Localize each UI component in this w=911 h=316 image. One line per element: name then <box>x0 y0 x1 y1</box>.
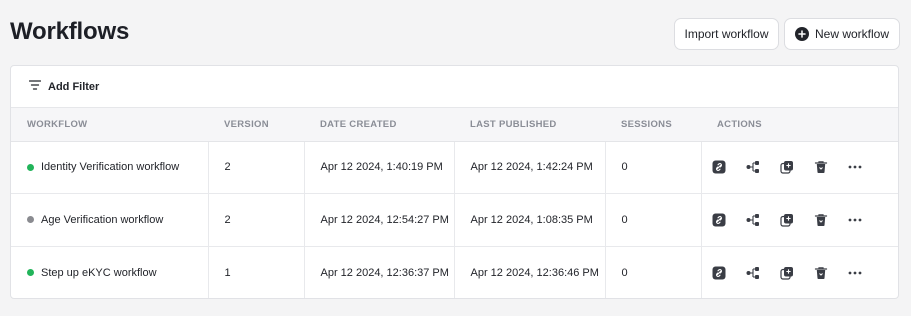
sessions-cell: 0 <box>605 193 702 247</box>
more-icon[interactable] <box>848 266 862 280</box>
import-workflow-button[interactable]: Import workflow <box>674 18 779 50</box>
duplicate-icon[interactable] <box>779 213 794 227</box>
trash-icon[interactable] <box>814 160 828 174</box>
workflow-name-cell: Step up eKYC workflow <box>11 246 209 298</box>
more-icon[interactable] <box>848 213 862 227</box>
flow-icon[interactable] <box>746 213 760 227</box>
sessions-cell: 0 <box>605 141 702 194</box>
link-icon[interactable] <box>712 160 726 174</box>
table-row[interactable]: Age Verification workflow 2 Apr 12 2024,… <box>11 193 898 247</box>
workflows-table-card: Add Filter WORKFLOW VERSION DATE CREATED… <box>10 65 899 299</box>
table-row[interactable]: Step up eKYC workflow 1 Apr 12 2024, 12:… <box>11 246 898 298</box>
workflow-name[interactable]: Age Verification workflow <box>41 214 163 226</box>
filter-bar: Add Filter <box>11 66 898 108</box>
version-cell: 2 <box>208 193 305 247</box>
import-workflow-label: Import workflow <box>684 27 769 41</box>
workflow-name[interactable]: Step up eKYC workflow <box>41 267 157 279</box>
workflow-name-cell: Identity Verification workflow <box>11 141 209 194</box>
status-dot <box>27 216 34 224</box>
page-title: Workflows <box>10 18 130 45</box>
duplicate-icon[interactable] <box>779 160 794 174</box>
column-header-version: VERSION <box>208 108 304 142</box>
add-filter-button[interactable]: Add Filter <box>28 80 100 93</box>
date-created-cell: Apr 12 2024, 1:40:19 PM <box>304 141 455 194</box>
last-published-cell: Apr 12 2024, 1:08:35 PM <box>454 193 606 247</box>
duplicate-icon[interactable] <box>779 266 794 280</box>
plus-circle-icon <box>794 27 809 41</box>
date-created-cell: Apr 12 2024, 12:54:27 PM <box>304 193 455 247</box>
actions-cell <box>701 246 898 298</box>
version-cell: 1 <box>208 246 305 298</box>
sessions-cell: 0 <box>605 246 702 298</box>
trash-icon[interactable] <box>814 266 828 280</box>
new-workflow-button[interactable]: New workflow <box>784 18 900 50</box>
new-workflow-label: New workflow <box>814 27 889 41</box>
more-icon[interactable] <box>848 160 862 174</box>
status-dot <box>27 163 34 171</box>
last-published-cell: Apr 12 2024, 1:42:24 PM <box>454 141 606 194</box>
column-header-workflow: WORKFLOW <box>11 108 208 142</box>
table-row[interactable]: Identity Verification workflow 2 Apr 12 … <box>11 141 898 194</box>
workflow-name[interactable]: Identity Verification workflow <box>41 161 179 173</box>
table-header-row: WORKFLOW VERSION DATE CREATED LAST PUBLI… <box>11 108 898 142</box>
link-icon[interactable] <box>712 213 726 227</box>
status-dot <box>27 269 34 277</box>
flow-icon[interactable] <box>746 160 760 174</box>
last-published-cell: Apr 12 2024, 12:36:46 PM <box>454 246 606 298</box>
filter-icon <box>28 80 42 93</box>
column-header-sessions: SESSIONS <box>605 108 701 142</box>
date-created-cell: Apr 12 2024, 12:36:37 PM <box>304 246 455 298</box>
column-header-last-published: LAST PUBLISHED <box>454 108 605 142</box>
version-cell: 2 <box>208 141 305 194</box>
column-header-actions: ACTIONS <box>701 108 898 142</box>
flow-icon[interactable] <box>746 266 760 280</box>
trash-icon[interactable] <box>814 213 828 227</box>
actions-cell <box>701 194 898 247</box>
add-filter-label: Add Filter <box>48 80 100 93</box>
column-header-date-created: DATE CREATED <box>304 108 454 142</box>
workflow-name-cell: Age Verification workflow <box>11 193 209 247</box>
workflows-table: WORKFLOW VERSION DATE CREATED LAST PUBLI… <box>11 108 898 298</box>
actions-cell <box>701 141 898 194</box>
link-icon[interactable] <box>712 266 726 280</box>
